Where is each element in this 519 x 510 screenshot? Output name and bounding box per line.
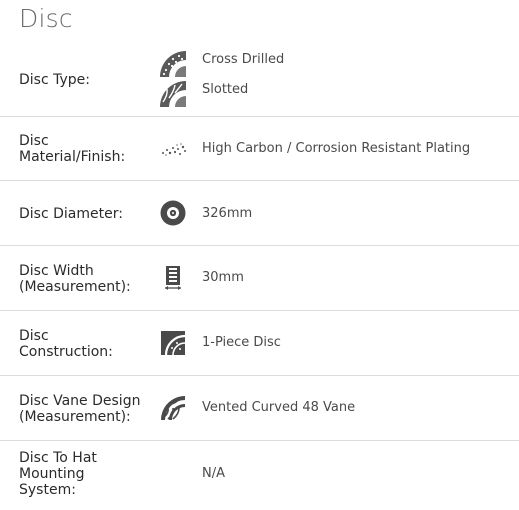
section-title: Disc xyxy=(19,4,73,33)
slotted-disc-icon xyxy=(160,81,186,107)
spec-row-disc-type: Disc Type: Cross Drilled Slotted xyxy=(0,46,519,117)
spec-label-line: Disc To Hat xyxy=(19,450,97,466)
one-piece-disc-icon xyxy=(160,330,186,356)
spec-row-disc-material: Disc Material/Finish: High Carbon / Corr… xyxy=(0,117,519,181)
spec-row-disc-diameter: Disc Diameter: 326mm xyxy=(0,181,519,246)
spec-row-disc-mounting: Disc To Hat Mounting System: N/A xyxy=(0,441,519,510)
spec-value: Vented Curved 48 Vane xyxy=(202,400,356,415)
spec-label-line: Disc xyxy=(19,328,49,344)
spec-label-line: Disc Width xyxy=(19,263,94,279)
spec-label-line: (Measurement): xyxy=(19,279,131,295)
spec-label: Disc Diameter: xyxy=(19,206,123,222)
curved-vane-icon xyxy=(160,395,186,421)
spec-label: Disc To Hat Mounting System: xyxy=(19,450,97,498)
spec-label: Disc Construction: xyxy=(19,328,113,360)
spec-label: Disc Vane Design (Measurement): xyxy=(19,393,140,425)
spec-value: 326mm xyxy=(202,206,253,221)
spec-value: High Carbon / Corrosion Resistant Platin… xyxy=(202,141,471,156)
carbon-particles-icon xyxy=(160,137,186,163)
spec-value: N/A xyxy=(202,466,225,481)
spec-label: Disc Type: xyxy=(19,72,90,88)
spec-label-line: Mounting xyxy=(19,466,85,482)
spec-row-disc-width: Disc Width (Measurement): 30mm xyxy=(0,246,519,311)
spec-label: Disc Width (Measurement): xyxy=(19,263,131,295)
disc-diameter-icon xyxy=(160,200,186,226)
spec-value-slotted: Slotted xyxy=(202,82,249,97)
spec-label-line: (Measurement): xyxy=(19,409,131,425)
spec-value-cross-drilled: Cross Drilled xyxy=(202,52,285,67)
cross-drilled-disc-icon xyxy=(160,51,186,77)
disc-width-icon xyxy=(160,265,186,291)
spec-row-disc-construction: Disc Construction: 1-Piece Disc xyxy=(0,311,519,376)
spec-label-line: Disc xyxy=(19,133,49,149)
spec-value: 30mm xyxy=(202,270,244,285)
spec-label-line: Material/Finish: xyxy=(19,149,126,165)
spec-label-line: System: xyxy=(19,482,76,498)
spec-row-disc-vane: Disc Vane Design (Measurement): Vented C… xyxy=(0,376,519,441)
spec-label: Disc Material/Finish: xyxy=(19,133,125,165)
spec-label-line: Construction: xyxy=(19,344,113,360)
spec-value: 1-Piece Disc xyxy=(202,335,281,350)
spec-label-line: Disc Vane Design xyxy=(19,393,141,409)
